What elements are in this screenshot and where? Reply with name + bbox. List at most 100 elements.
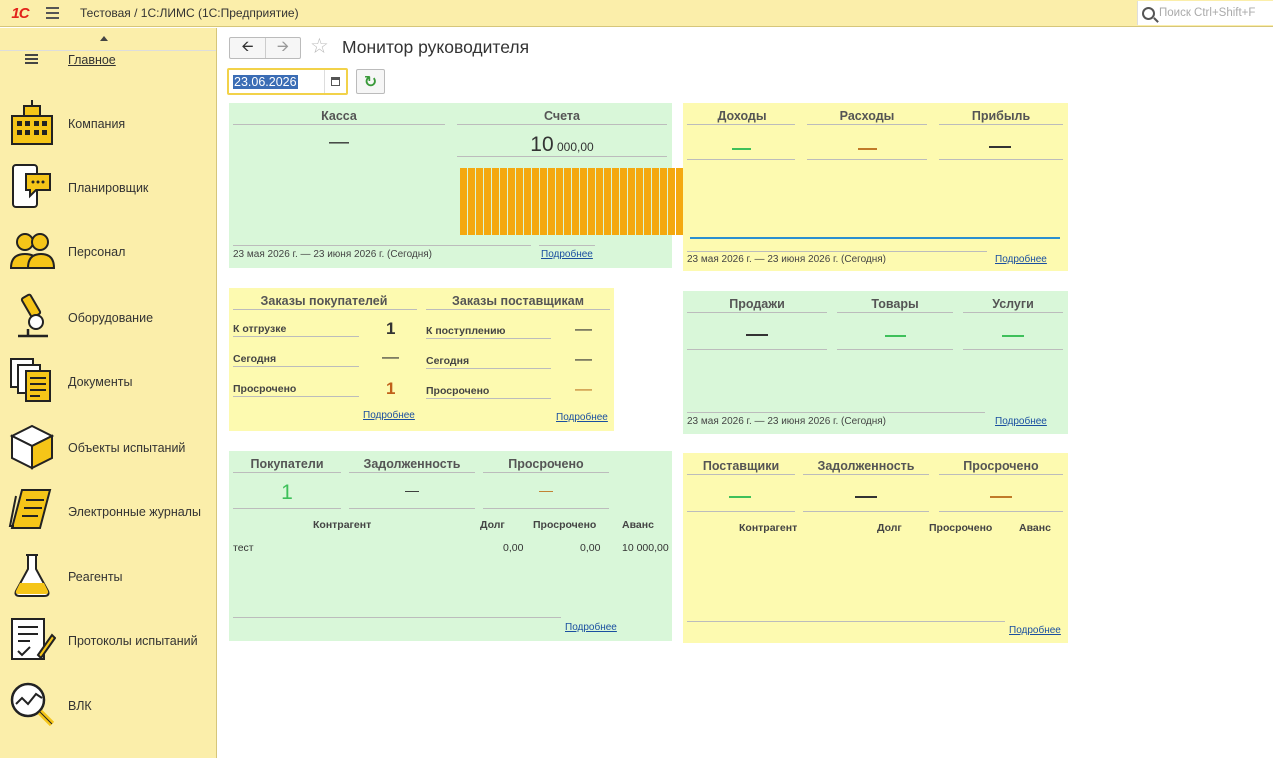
table-cell-debt: 0,00	[503, 542, 524, 554]
divider	[233, 396, 359, 397]
refresh-button[interactable]: ↻	[356, 69, 385, 94]
divider	[687, 349, 827, 350]
customer-row-value: 1	[386, 319, 396, 338]
account-bar	[588, 168, 595, 235]
sidebar-item-staff[interactable]: Персонал	[0, 226, 216, 278]
divider	[233, 366, 359, 367]
more-link[interactable]: Подробнее	[1009, 625, 1061, 636]
cash-header: Касса	[321, 109, 357, 123]
protocol-icon	[11, 618, 56, 660]
services-header: Услуги	[992, 297, 1034, 311]
income-header: Доходы	[717, 109, 767, 123]
accounts-value-main: 10	[530, 133, 554, 156]
column-header-advance: Аванс	[1019, 522, 1051, 534]
flask-icon	[14, 554, 50, 597]
account-bar	[460, 168, 467, 235]
sidebar-item-documents[interactable]: Документы	[0, 356, 216, 408]
scroll-up-icon[interactable]	[100, 36, 108, 41]
column-header-counterparty: Контрагент	[313, 519, 372, 531]
sidebar-item-journals[interactable]: Электронные журналы	[0, 486, 216, 538]
search-input[interactable]: Поиск Ctrl+Shift+F	[1137, 1, 1273, 25]
forward-button[interactable]: 🡪	[264, 38, 300, 58]
sidebar-item-equipment[interactable]: Оборудование	[0, 292, 216, 344]
divider	[939, 474, 1063, 475]
divider	[687, 511, 795, 512]
date-value: 23.06.2026	[233, 74, 298, 89]
main-content: 🡨 🡪 ☆ Монитор руководителя 23.06.2026 ↻ …	[218, 28, 1273, 758]
suppliers-panel: Поставщики Задолженность Просрочено Конт…	[683, 453, 1068, 643]
account-bar	[548, 168, 555, 235]
period-label: 23 мая 2026 г. — 23 июня 2026 г. (Сегодн…	[687, 416, 887, 427]
table-cell-counterparty[interactable]: тест	[233, 542, 254, 554]
suppliers-overdue-header: Просрочено	[963, 459, 1039, 473]
sales-panel: Продажи Товары Услуги 23 мая 2026 г. — 2…	[683, 291, 1068, 434]
expense-value-dash	[858, 148, 877, 150]
people-icon	[9, 233, 56, 269]
sidebar-item-planner[interactable]: Планировщик	[0, 162, 216, 214]
period-label: 23 мая 2026 г. — 23 июня 2026 г. (Сегодн…	[233, 249, 433, 260]
divider	[539, 245, 595, 246]
account-bar	[604, 168, 611, 235]
main-menu-icon[interactable]	[46, 0, 68, 27]
buyers-debt-value: —	[405, 482, 419, 498]
divider	[963, 312, 1063, 313]
column-header-debt: Долг	[877, 522, 902, 534]
account-bar	[660, 168, 667, 235]
divider	[687, 159, 795, 160]
divider	[426, 398, 551, 399]
divider	[483, 508, 609, 509]
sidebar-item-company[interactable]: Компания	[0, 98, 216, 150]
sidebar-item-protocols[interactable]: Протоколы испытаний	[0, 615, 216, 667]
nav-buttons: 🡨 🡪	[229, 37, 301, 59]
divider	[233, 617, 561, 618]
divider	[939, 124, 1063, 125]
microscope-icon	[18, 293, 48, 338]
services-value-dash	[1002, 335, 1024, 337]
divider	[233, 124, 445, 125]
column-header-overdue: Просрочено	[929, 522, 993, 534]
more-link[interactable]: Подробнее	[995, 254, 1047, 265]
documents-icon	[10, 358, 51, 402]
sidebar-item-test-objects[interactable]: Объекты испытаний	[0, 422, 216, 474]
supplier-row-label: К поступлению	[426, 325, 506, 337]
income-chart-line	[690, 237, 1060, 239]
account-bar	[564, 168, 571, 235]
more-link[interactable]: Подробнее	[363, 410, 415, 421]
supplier-row-value: —	[575, 319, 592, 338]
sidebar-item-vlk[interactable]: ВЛК	[0, 680, 216, 732]
more-link[interactable]: Подробнее	[556, 412, 608, 423]
account-bar	[668, 168, 675, 235]
app-title: Тестовая / 1С:ЛИМС (1С:Предприятие)	[80, 6, 299, 20]
divider	[426, 368, 551, 369]
divider	[457, 124, 667, 125]
sales-header: Продажи	[729, 297, 785, 311]
suppliers-debt-dash	[855, 496, 877, 498]
accounts-value-rest: 000,00	[553, 140, 594, 154]
cash-accounts-panel: Касса — Счета 10 000,00 23 мая 2026 г. —…	[229, 103, 683, 268]
divider	[349, 508, 475, 509]
divider	[939, 511, 1063, 512]
supplier-row-value: —	[575, 379, 592, 398]
divider	[807, 124, 927, 125]
divider	[457, 156, 667, 157]
sales-value-dash	[746, 334, 768, 336]
suppliers-count-dash	[729, 496, 751, 498]
goods-value-dash	[885, 335, 906, 337]
favorite-star-icon[interactable]: ☆	[310, 34, 329, 59]
back-button[interactable]: 🡨	[230, 38, 265, 58]
account-bar	[628, 168, 635, 235]
calendar-button[interactable]	[324, 70, 346, 93]
app-logo[interactable]: 1С	[2, 0, 38, 27]
suppliers-overdue-dash	[990, 496, 1012, 498]
orders-panel: Заказы покупателей Заказы поставщикам К …	[229, 288, 614, 431]
sidebar-item-main[interactable]: Главное	[0, 50, 216, 70]
divider	[426, 309, 610, 310]
more-link[interactable]: Подробнее	[541, 249, 593, 260]
account-bar	[652, 168, 659, 235]
more-link[interactable]: Подробнее	[995, 416, 1047, 427]
divider	[687, 412, 985, 413]
profit-value-dash	[989, 146, 1011, 148]
sidebar-item-reagents[interactable]: Реагенты	[0, 551, 216, 603]
date-field[interactable]: 23.06.2026	[227, 68, 348, 95]
more-link[interactable]: Подробнее	[565, 622, 617, 633]
